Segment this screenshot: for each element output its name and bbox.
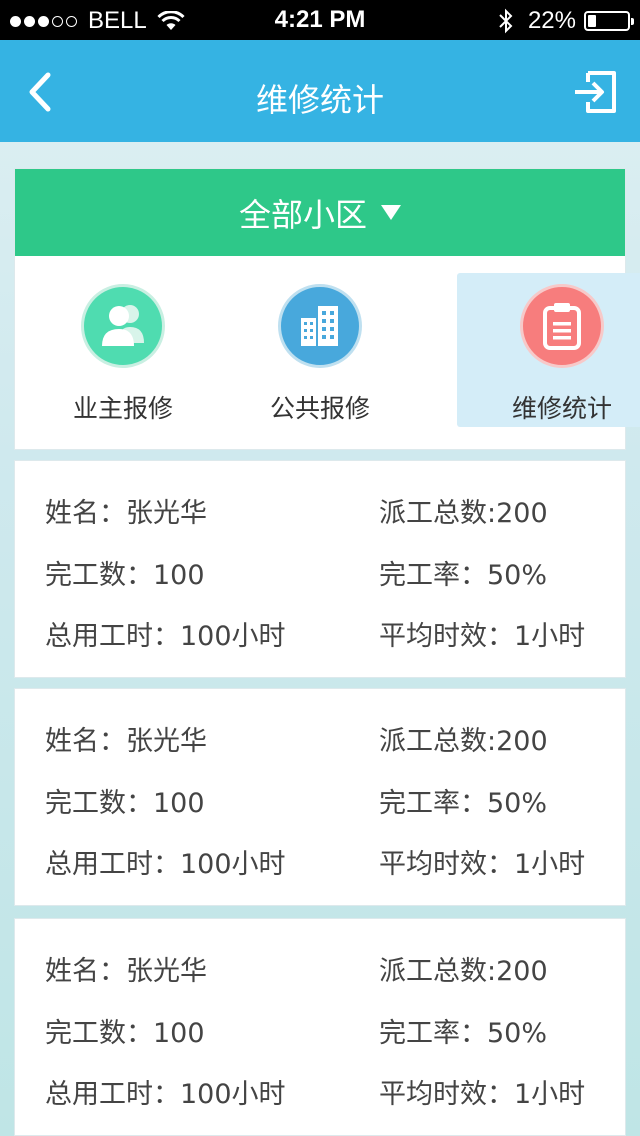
record-total-hours: 总用工时：100小时 bbox=[45, 621, 286, 652]
menu-label-public-repair: 公共报修 bbox=[269, 394, 370, 423]
status-right: 22% bbox=[498, 7, 634, 35]
category-panel: 全部小区 业主报修 公共报修 维修统计 bbox=[15, 169, 640, 449]
page-title: 维修统计 bbox=[255, 81, 384, 119]
record-total-hours: 总用工时：100小时 bbox=[45, 1079, 286, 1110]
record-dispatch-total: 派工总数:200 bbox=[379, 498, 548, 529]
nav-bar: 维修统计 bbox=[0, 40, 640, 142]
record-completion-rate: 完工率：50% bbox=[379, 560, 548, 591]
menu-item-owner-repair[interactable]: 业主报修 bbox=[18, 273, 228, 427]
battery-icon bbox=[584, 11, 634, 31]
record-name: 姓名：张光华 bbox=[45, 956, 207, 987]
bluetooth-icon bbox=[499, 8, 513, 34]
record-average-time: 平均时效：1小时 bbox=[379, 849, 586, 880]
users-icon bbox=[81, 284, 165, 368]
record-name: 姓名：张光华 bbox=[45, 726, 207, 757]
exit-button[interactable] bbox=[572, 70, 618, 114]
record-completion-rate: 完工率：50% bbox=[379, 1018, 548, 1049]
battery-percentage: 22% bbox=[527, 7, 576, 34]
menu-label-owner-repair: 业主报修 bbox=[72, 394, 173, 423]
record-average-time: 平均时效：1小时 bbox=[379, 1079, 586, 1110]
status-left: BELL bbox=[10, 7, 185, 35]
battery-level bbox=[588, 15, 596, 27]
community-selector-label: 全部小区 bbox=[238, 195, 367, 234]
record-completed: 完工数：100 bbox=[45, 788, 205, 819]
record-total-hours: 总用工时：100小时 bbox=[45, 849, 286, 880]
record-card: 姓名：张光华 派工总数:200 完工数：100 完工率：50% 总用工时：100… bbox=[15, 919, 625, 1135]
record-completion-rate: 完工率：50% bbox=[379, 788, 548, 819]
carrier-name: BELL bbox=[88, 7, 147, 34]
building-icon bbox=[278, 284, 362, 368]
caret-down-icon bbox=[381, 205, 401, 220]
clipboard-icon bbox=[520, 284, 604, 368]
record-average-time: 平均时效：1小时 bbox=[379, 621, 586, 652]
status-bar: BELL 4:21 PM 22% bbox=[0, 0, 640, 40]
menu-label-repair-stats: 维修统计 bbox=[511, 394, 612, 423]
menu-item-public-repair[interactable]: 公共报修 bbox=[215, 273, 425, 427]
record-card: 姓名：张光华 派工总数:200 完工数：100 完工率：50% 总用工时：100… bbox=[15, 461, 625, 677]
wifi-icon bbox=[157, 11, 185, 30]
record-completed: 完工数：100 bbox=[45, 1018, 205, 1049]
record-card: 姓名：张光华 派工总数:200 完工数：100 完工率：50% 总用工时：100… bbox=[15, 689, 625, 905]
signal-strength-icon bbox=[10, 15, 80, 27]
menu-item-repair-stats[interactable]: 维修统计 bbox=[457, 273, 640, 427]
exit-icon bbox=[575, 71, 616, 113]
community-selector[interactable]: 全部小区 bbox=[15, 169, 625, 256]
category-menu: 业主报修 公共报修 维修统计 bbox=[15, 256, 640, 449]
record-name: 姓名：张光华 bbox=[45, 498, 207, 529]
record-dispatch-total: 派工总数:200 bbox=[379, 726, 548, 757]
record-completed: 完工数：100 bbox=[45, 560, 205, 591]
record-dispatch-total: 派工总数:200 bbox=[379, 956, 548, 987]
